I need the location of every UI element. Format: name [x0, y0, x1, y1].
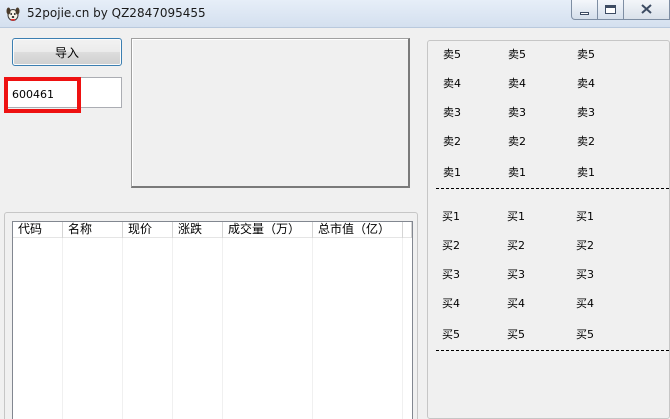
sell-1-label: 卖1 [508, 166, 526, 179]
column-header-price[interactable]: 现价 [123, 222, 173, 238]
maximize-button[interactable] [598, 0, 624, 20]
buy-2-label: 买2 [442, 239, 460, 252]
stock-list[interactable]: 代码 名称 现价 涨跌 成交量（万） 总市值（亿） [12, 221, 413, 419]
column-divider [63, 238, 123, 419]
stock-list-header: 代码 名称 现价 涨跌 成交量（万） 总市值（亿） [13, 222, 412, 238]
window-controls [571, 0, 670, 20]
buy-3-label: 买3 [507, 268, 525, 281]
buy-4-label: 买4 [576, 297, 594, 310]
stock-list-body [13, 238, 412, 419]
buy-1-label: 买1 [507, 210, 525, 223]
info-panel [131, 38, 410, 188]
column-divider [173, 238, 223, 419]
column-divider [223, 238, 313, 419]
stock-list-group: 代码 名称 现价 涨跌 成交量（万） 总市值（亿） [4, 212, 418, 419]
window-title: 52pojie.cn by QZ2847095455 [27, 6, 206, 20]
column-divider [13, 238, 63, 419]
buy-3-label: 买3 [442, 268, 460, 281]
close-button[interactable] [624, 0, 670, 20]
buy-1-label: 买1 [442, 210, 460, 223]
sell-5-label: 卖5 [508, 48, 526, 61]
maximize-icon [605, 5, 616, 14]
sell-5-label: 卖5 [443, 48, 461, 61]
sell-3-label: 卖3 [508, 106, 526, 119]
sell-5-label: 卖5 [577, 48, 595, 61]
title-bar: 52pojie.cn by QZ2847095455 [0, 0, 670, 28]
sell-2-label: 卖2 [577, 135, 595, 148]
column-header-code[interactable]: 代码 [13, 222, 63, 238]
buy-5-label: 买5 [507, 328, 525, 341]
buy-3-label: 买3 [576, 268, 594, 281]
import-button[interactable]: 导入 [12, 38, 122, 66]
buy-4-label: 买4 [442, 297, 460, 310]
column-header-market-cap[interactable]: 总市值（亿） [313, 222, 403, 238]
sell-3-label: 卖3 [577, 106, 595, 119]
column-header-change[interactable]: 涨跌 [173, 222, 223, 238]
sell-3-label: 卖3 [443, 106, 461, 119]
buy-1-label: 买1 [576, 210, 594, 223]
sell-4-label: 卖4 [508, 77, 526, 90]
stock-code-input[interactable] [4, 77, 122, 108]
sell-2-label: 卖2 [443, 135, 461, 148]
sell-2-label: 卖2 [508, 135, 526, 148]
sell-1-label: 卖1 [577, 166, 595, 179]
dog-icon [5, 6, 21, 22]
order-book-panel: 卖5 卖5 卖5 卖4 卖4 卖4 卖3 卖3 卖3 卖2 卖2 卖2 卖1 卖… [427, 40, 670, 419]
sell-4-label: 卖4 [577, 77, 595, 90]
sell-4-label: 卖4 [443, 77, 461, 90]
buy-2-label: 买2 [507, 239, 525, 252]
client-area: 导入 代码 名称 现价 涨跌 成交量（万） 总市值（亿） [0, 28, 670, 419]
column-divider [313, 238, 403, 419]
buy-2-label: 买2 [576, 239, 594, 252]
column-header-volume[interactable]: 成交量（万） [223, 222, 313, 238]
close-icon [641, 3, 652, 17]
dashed-separator [436, 350, 669, 351]
sell-1-label: 卖1 [443, 166, 461, 179]
buy-5-label: 买5 [442, 328, 460, 341]
minimize-icon [580, 11, 589, 15]
column-header-spacer [403, 222, 412, 238]
dashed-separator [436, 188, 669, 189]
stock-code-field [4, 77, 122, 113]
buy-5-label: 买5 [576, 328, 594, 341]
minimize-button[interactable] [571, 0, 598, 20]
column-divider [123, 238, 173, 419]
buy-4-label: 买4 [507, 297, 525, 310]
column-header-name[interactable]: 名称 [63, 222, 123, 238]
